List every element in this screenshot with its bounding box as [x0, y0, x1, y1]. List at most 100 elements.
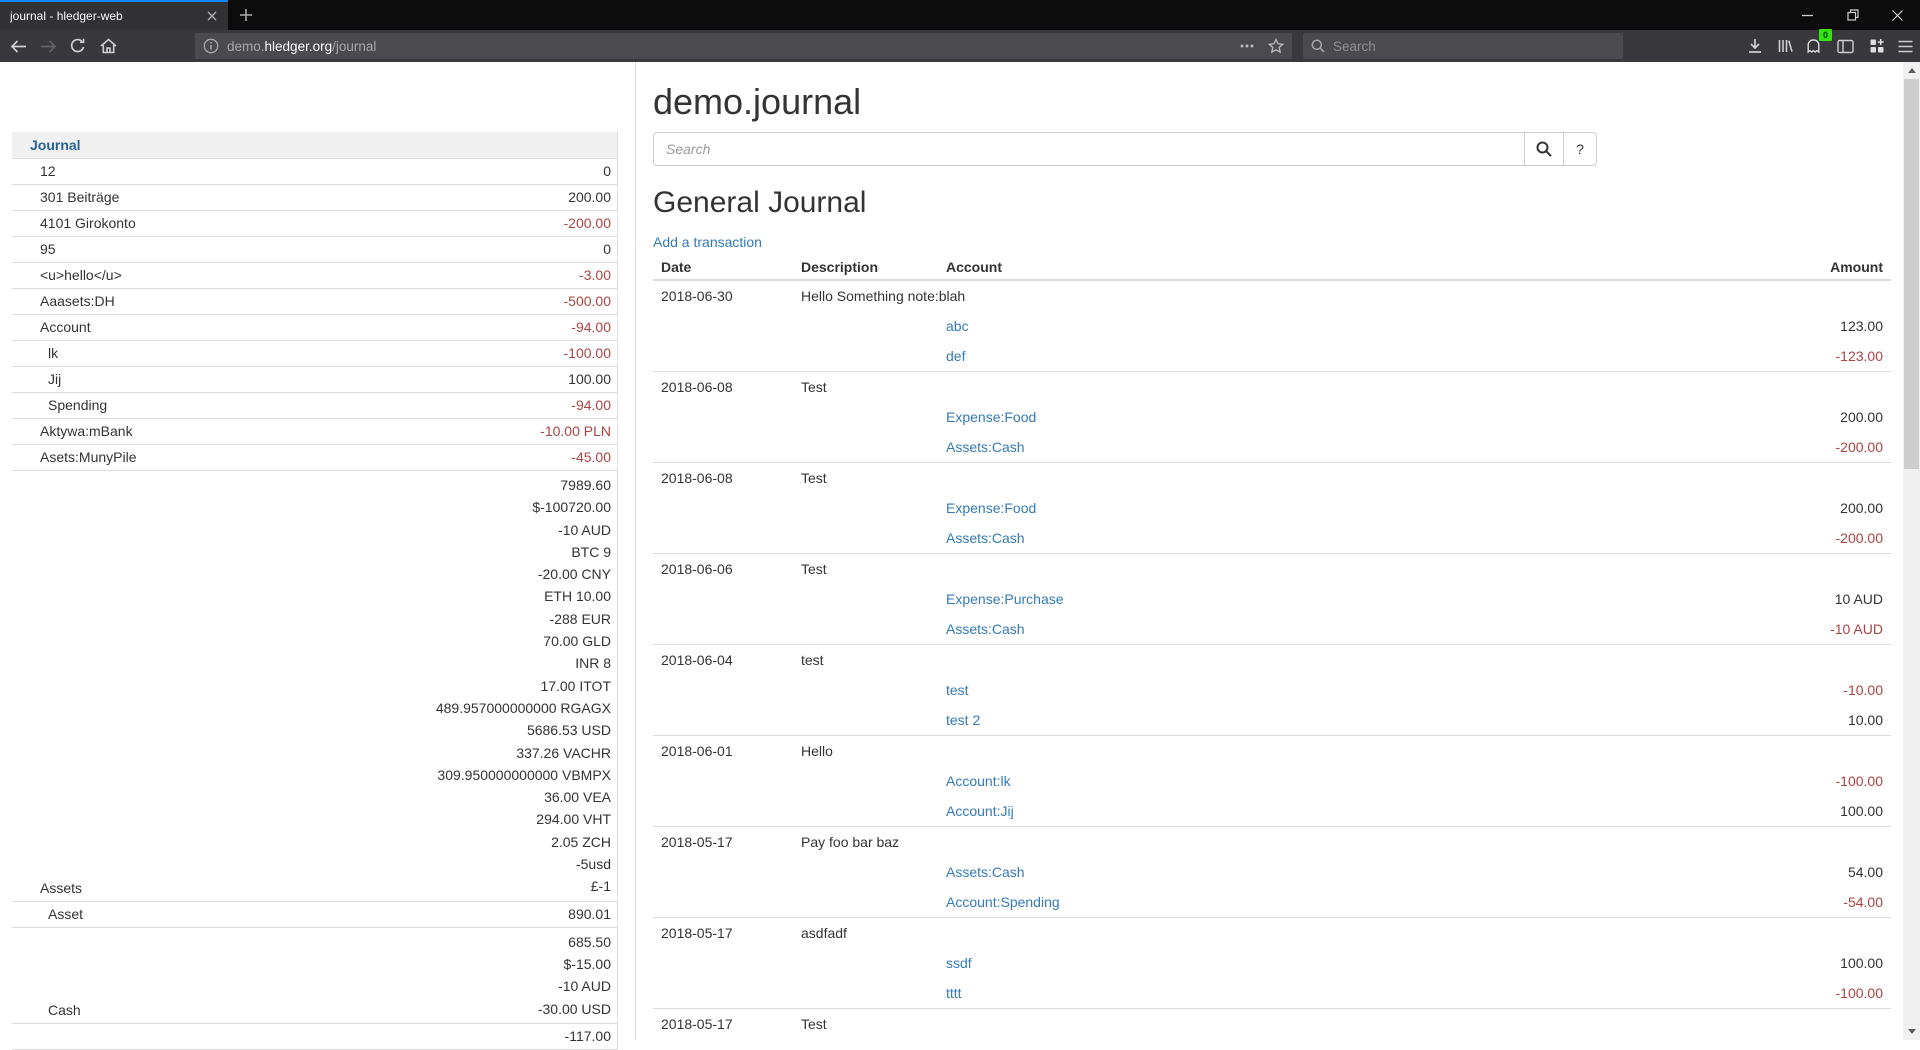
sidebar-account-row: Aktywa:mBank-10.00 PLN [12, 419, 617, 445]
posting-account-link[interactable]: Assets:Cash [946, 864, 1025, 880]
transaction-row[interactable]: 2018-05-17Test [653, 1009, 1891, 1040]
balance-amount: 2.05 ZCH [82, 831, 611, 853]
search-button[interactable] [1524, 132, 1564, 166]
sidebar-account-link[interactable]: Spending [12, 396, 107, 415]
sidebar-account-row: 120 [12, 159, 617, 185]
transaction-row[interactable]: 2018-06-06Test [653, 554, 1891, 585]
balance-amount: -30.00 USD [81, 998, 611, 1020]
sidebar-account-row: Jij100.00 [12, 367, 617, 393]
posting-account-link[interactable]: tttt [946, 985, 962, 1001]
scroll-down-icon[interactable] [1903, 1023, 1920, 1040]
column-header-amount: Amount [1591, 252, 1891, 280]
library-icon[interactable] [1771, 32, 1799, 60]
journal-link[interactable]: Journal [12, 135, 81, 155]
forward-icon[interactable] [34, 32, 62, 60]
transaction-date: 2018-05-17 [653, 918, 793, 949]
transaction-row[interactable]: 2018-05-17Pay foo bar baz [653, 827, 1891, 858]
sidebar-account-link[interactable]: 12 [12, 162, 56, 181]
bookmark-star-icon[interactable] [1268, 38, 1284, 54]
sidebar-accounts-table: Journal 120 301 Beiträge200.00 4101 Giroko… [12, 132, 618, 1050]
transaction-row[interactable]: 2018-06-08Test [653, 372, 1891, 403]
posting-row: test-10.00 [653, 675, 1891, 705]
extension-icon[interactable]: 0 [1799, 32, 1827, 60]
menu-icon[interactable] [1891, 32, 1919, 60]
help-button[interactable]: ? [1563, 132, 1597, 166]
table-header-row: Date Description Account Amount [653, 252, 1891, 280]
add-transaction-link[interactable]: Add a transaction [653, 233, 762, 252]
journal-search-group: ? [653, 132, 1597, 166]
posting-account-link[interactable]: Expense:Purchase [946, 591, 1064, 607]
page-actions-icon[interactable] [1240, 44, 1254, 48]
restore-button[interactable] [1830, 0, 1875, 30]
sidebar-account-link[interactable]: Jij [12, 370, 61, 389]
addons-grid-icon[interactable] [1863, 32, 1891, 60]
balance-amount: -288 EUR [82, 608, 611, 630]
downloads-icon[interactable] [1741, 32, 1769, 60]
sidebar-account-link[interactable]: 301 Beiträge [12, 188, 119, 207]
sidebar-account-link[interactable]: 95 [12, 240, 56, 259]
transaction-row[interactable]: 2018-05-17asdfadf [653, 918, 1891, 949]
transaction-row[interactable]: 2018-06-08Test [653, 463, 1891, 494]
posting-spacer [653, 523, 938, 554]
sidebar-account-link[interactable]: <u>hello</u> [12, 266, 122, 285]
sidebar-account-link[interactable]: 4101 Girokonto [12, 214, 136, 233]
sidebar-account-link[interactable]: Account [12, 318, 91, 337]
browser-tab[interactable]: journal - hledger-web [0, 0, 228, 30]
sidebar-account-link[interactable]: Asset [12, 905, 83, 924]
site-info-icon[interactable] [203, 38, 219, 54]
sidebar-toggle-icon[interactable] [1831, 32, 1859, 60]
posting-account-link[interactable]: Expense:Food [946, 409, 1036, 425]
posting-account-link[interactable]: Assets:Cash [946, 439, 1025, 455]
balance-amount: -20.00 CNY [82, 563, 611, 585]
posting-spacer [653, 978, 938, 1009]
posting-account-link[interactable]: test [946, 682, 969, 698]
reload-icon[interactable] [64, 32, 92, 60]
posting-amount: 123.00 [1591, 311, 1891, 341]
sidebar-account-link[interactable]: lk [12, 344, 58, 363]
posting-account-link[interactable]: Account:Spending [946, 894, 1060, 910]
sidebar-account-link[interactable]: Aktywa:mBank [12, 422, 133, 441]
posting-account-link[interactable]: test 2 [946, 712, 980, 728]
balance-amount: $-100720.00 [82, 496, 611, 518]
posting-account-link[interactable]: Expense:Food [946, 500, 1036, 516]
posting-row: Account:Spending-54.00 [653, 887, 1891, 918]
account-balance: -500.00 [115, 292, 617, 311]
url-bar[interactable]: demo.hledger.org/journal [195, 33, 1292, 59]
scroll-up-icon[interactable] [1903, 62, 1920, 79]
balance-amount: 200.00 [119, 188, 611, 207]
sidebar-account-row: -117.00 [12, 1024, 617, 1050]
sidebar-account-link[interactable]: Aaasets:DH [12, 292, 115, 311]
tab-close-icon[interactable] [202, 6, 222, 26]
posting-spacer [653, 493, 938, 523]
search-input[interactable] [653, 132, 1525, 166]
posting-account-link[interactable]: Account:Jij [946, 803, 1014, 819]
transaction-row[interactable]: 2018-06-04test [653, 645, 1891, 676]
posting-account-link[interactable]: Assets:Cash [946, 621, 1025, 637]
balance-amount: 70.00 GLD [82, 630, 611, 652]
home-icon[interactable] [94, 32, 122, 60]
transaction-description: test [793, 645, 1891, 676]
back-icon[interactable] [4, 32, 32, 60]
posting-account-link[interactable]: abc [946, 318, 969, 334]
posting-account-link[interactable]: ssdf [946, 955, 972, 971]
balance-amount: 17.00 ITOT [82, 675, 611, 697]
balance-amount: INR 8 [82, 652, 611, 674]
scrollbar-thumb[interactable] [1904, 79, 1919, 469]
balance-amount: 685.50 [81, 931, 611, 953]
posting-account-link[interactable]: Account:lk [946, 773, 1011, 789]
posting-account-link[interactable]: Assets:Cash [946, 530, 1025, 546]
balance-amount: -10 AUD [82, 519, 611, 541]
posting-account-link[interactable]: def [946, 348, 965, 364]
sidebar-account-link[interactable]: Cash [12, 1001, 81, 1020]
minimize-button[interactable] [1785, 0, 1830, 30]
sidebar-account-link[interactable]: Assets [12, 879, 82, 898]
transaction-row[interactable]: 2018-06-01Hello [653, 736, 1891, 767]
vertical-scrollbar[interactable] [1903, 62, 1920, 1040]
column-header-account: Account [938, 252, 1591, 280]
new-tab-button[interactable] [232, 0, 260, 30]
close-button[interactable] [1875, 0, 1920, 30]
posting-amount: -123.00 [1591, 341, 1891, 372]
transaction-row[interactable]: 2018-06-30Hello Something note:blah [653, 280, 1891, 311]
sidebar-account-link[interactable]: Asets:MunyPile [12, 448, 136, 467]
browser-search-bar[interactable]: Search [1303, 33, 1623, 59]
